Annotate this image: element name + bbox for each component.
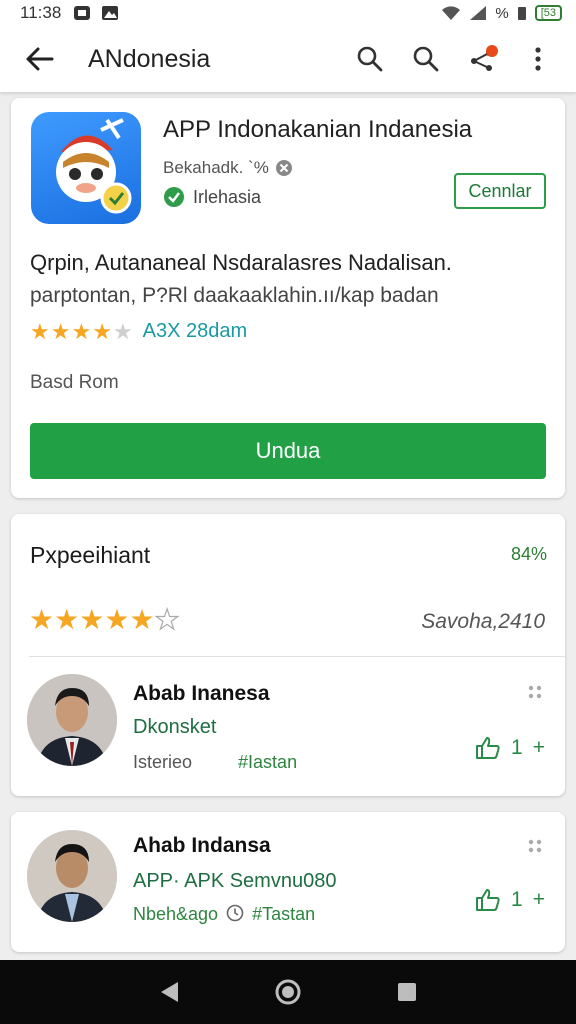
open-button[interactable]: Cennlar xyxy=(454,173,546,209)
close-circle-icon xyxy=(275,160,292,176)
app-bar: ANdonesia xyxy=(0,26,576,92)
battery-icon: [53 xyxy=(534,5,562,21)
star-icon: ★ xyxy=(29,604,55,635)
overall-rating-stars: ★ ★ ★ ★ ★ ★ xyxy=(29,604,180,635)
avatar xyxy=(27,674,117,766)
divider xyxy=(29,656,565,657)
app-icon[interactable] xyxy=(31,112,141,224)
reviews-title: Pxpeeihiant xyxy=(30,542,151,568)
star-icon: ★ xyxy=(54,604,80,635)
star-icon: ★ xyxy=(30,318,50,344)
app-name: APP Indonakanian Indanesia xyxy=(163,116,473,143)
back-button[interactable] xyxy=(10,29,70,89)
app-info-card: APP Indonakanian Indanesia Bekahadk. `% … xyxy=(11,98,565,498)
search-store-button[interactable] xyxy=(402,35,450,83)
back-arrow-icon xyxy=(26,47,54,71)
region-label: Irlehasia xyxy=(193,186,262,207)
review-meta-label: Isterieo xyxy=(133,752,193,772)
nav-recents-icon xyxy=(397,983,416,1001)
share-button[interactable] xyxy=(458,35,506,83)
based-on-label: Basd Rom xyxy=(30,372,119,393)
nav-back-icon xyxy=(161,982,179,1002)
review-meta: Isterieo #Iastan xyxy=(133,752,297,773)
search-icon xyxy=(357,46,383,72)
add-icon: + xyxy=(532,736,545,759)
thumb-up-icon xyxy=(476,889,500,911)
gallery-icon xyxy=(102,6,119,20)
like-button[interactable]: 1 + xyxy=(475,736,545,760)
signal-icon xyxy=(470,6,487,20)
like-count: 1 xyxy=(511,888,523,911)
system-nav-bar xyxy=(0,960,576,1024)
status-bar: 11:38 % [53 xyxy=(0,0,576,26)
star-empty-icon: ★ xyxy=(112,318,133,344)
reviews-card: Pxpeeihiant 84% ★ ★ ★ ★ ★ ★ Savoha,2410 … xyxy=(11,514,565,796)
description-line-1: Qrpin, Autananeal Nsdaralasres Nadalisan… xyxy=(30,250,452,275)
install-button[interactable]: Undua xyxy=(30,423,546,479)
clock-icon xyxy=(226,904,244,922)
avatar xyxy=(27,830,117,922)
reviewer-name: Abab Inanesa xyxy=(133,682,270,705)
star-icon: ★ xyxy=(71,318,92,344)
description-line-2: parptontan, P?Rl daakaaklаhin.ıı/kap bad… xyxy=(30,284,439,307)
nav-home-icon xyxy=(275,979,301,1005)
status-time: 11:38 xyxy=(20,3,62,22)
region-line: Irlehasia xyxy=(163,186,261,208)
app-mascot-icon xyxy=(56,118,132,214)
star-icon: ★ xyxy=(129,604,155,635)
developer-name: Bekahadk. `% xyxy=(163,158,269,177)
like-count: 1 xyxy=(511,736,523,759)
review-meta-label: Nbeh&ago xyxy=(133,904,219,924)
review-tag: #Tastan xyxy=(252,904,316,924)
star-icon: ★ xyxy=(104,604,130,635)
total-ratings: Savoha,2410 xyxy=(421,610,545,633)
developer-line[interactable]: Bekahadk. `% xyxy=(163,158,293,178)
review-card-2[interactable]: Ahab Indansa APP· APK Semvnu080 Nbeh&ago… xyxy=(11,812,565,952)
app-rating-stars: ★ ★ ★ ★ ★ xyxy=(30,318,133,344)
star-outline-icon: ★ xyxy=(154,604,180,635)
star-icon: ★ xyxy=(79,604,105,635)
more-options-button[interactable] xyxy=(514,35,562,83)
drag-handle-icon[interactable] xyxy=(525,836,545,856)
notification-icon xyxy=(74,6,91,20)
search-button[interactable] xyxy=(346,35,394,83)
review-tag: #Iastan xyxy=(238,752,298,772)
reviewer-subtitle: Dkonsket xyxy=(133,716,217,738)
more-vert-icon xyxy=(535,47,541,71)
status-indicator: % xyxy=(495,4,509,22)
thumb-up-icon xyxy=(476,737,500,759)
wifi-icon xyxy=(442,6,461,20)
verified-icon xyxy=(164,187,184,207)
nav-home-button[interactable] xyxy=(268,972,308,1012)
like-button[interactable]: 1 + xyxy=(475,888,545,912)
drag-handle-icon[interactable] xyxy=(525,682,545,702)
reviews-percent: 84% xyxy=(510,544,547,564)
nav-recents-button[interactable] xyxy=(387,972,427,1012)
review-meta: Nbeh&ago #Tastan xyxy=(133,904,315,925)
battery-small-icon xyxy=(517,7,526,20)
notification-badge xyxy=(486,45,498,57)
review-item[interactable]: Abab Inanesa Dkonsket Isterieo #Iastan 1… xyxy=(11,668,565,788)
reviewer-subtitle: APP· APK Semvnu080 xyxy=(133,870,337,892)
rating-count: A3X 28dam xyxy=(142,320,248,342)
star-icon: ★ xyxy=(50,318,71,344)
star-icon: ★ xyxy=(92,318,112,344)
page-title: ANdonesia xyxy=(88,44,211,73)
reviewer-name: Ahab Indansa xyxy=(133,834,271,857)
rating-row: ★ ★ ★ ★ ★ A3X 28dam xyxy=(30,320,247,343)
add-icon: + xyxy=(532,888,545,911)
nav-back-button[interactable] xyxy=(149,972,189,1012)
search-icon xyxy=(413,46,439,72)
